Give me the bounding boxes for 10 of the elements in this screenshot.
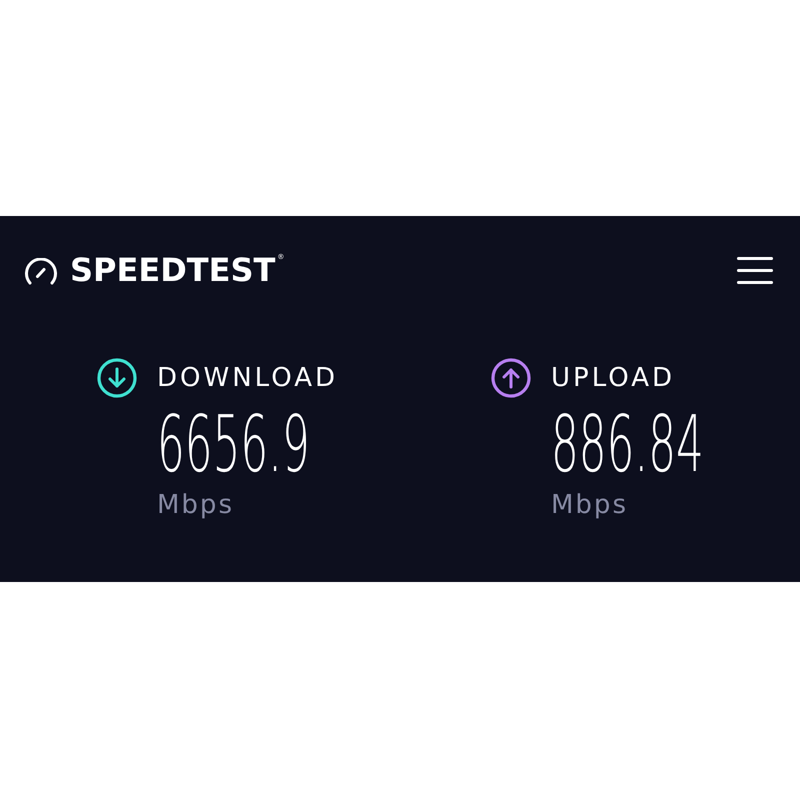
result-label: UPLOAD <box>551 362 676 395</box>
logo-text: SPEEDTEST$^{®}$ <box>70 250 284 290</box>
speed-unit: Mbps <box>157 490 234 520</box>
speed-unit: Mbps <box>551 490 628 520</box>
result-label: DOWNLOAD <box>157 362 338 395</box>
gauge-icon <box>24 258 58 284</box>
menu-button[interactable] <box>737 256 773 284</box>
menu-icon <box>737 256 773 284</box>
speed-value: 886.84 <box>551 406 704 484</box>
speed-value: 6656.9 <box>157 406 310 484</box>
